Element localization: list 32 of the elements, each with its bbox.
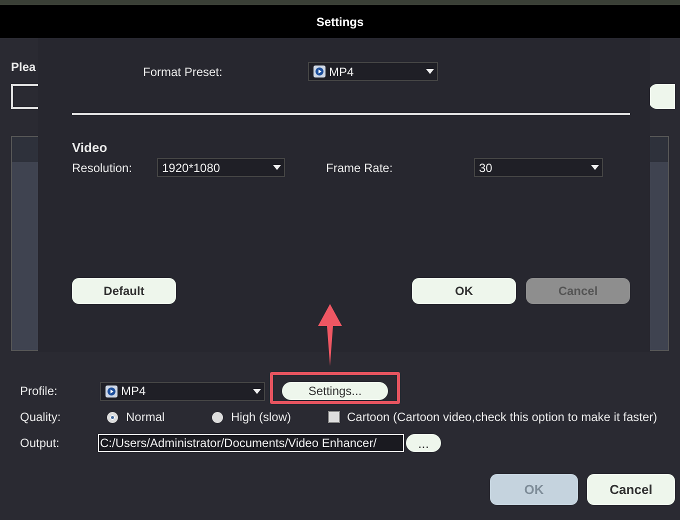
- radio-button[interactable]: [212, 412, 223, 422]
- field-label: Resolution:: [72, 160, 134, 174]
- field-label: Frame Rate:: [326, 160, 394, 174]
- field-label: Format Preset:: [143, 64, 224, 78]
- format-dropdown[interactable]: MP4: [308, 62, 438, 81]
- field-label: Profile:: [20, 384, 58, 398]
- field-label: Quality:: [20, 410, 62, 424]
- checkbox-option[interactable]: Cartoon (Cartoon video,check this option to make it faster): [328, 410, 658, 424]
- radio-option[interactable]: Normal: [107, 410, 212, 424]
- caret-icon: [253, 388, 261, 394]
- caret-icon: [273, 165, 281, 170]
- video-file-icon: [313, 65, 326, 78]
- caret-icon: [426, 69, 434, 74]
- cancel-button[interactable]: Cancel: [587, 474, 675, 505]
- settings-button[interactable]: Settings...: [282, 382, 388, 400]
- ok-button[interactable]: OK: [412, 278, 516, 304]
- checkbox[interactable]: [328, 411, 340, 423]
- button[interactable]: [649, 84, 675, 109]
- default-button[interactable]: Default: [72, 278, 176, 304]
- field-label: Output:: [20, 436, 60, 450]
- frame-rate-dropdown[interactable]: 30: [474, 158, 603, 177]
- window-title: Settings: [316, 14, 364, 28]
- resolution-dropdown[interactable]: 1920*1080: [157, 158, 285, 177]
- radio-option[interactable]: High (slow): [212, 410, 328, 424]
- output-path-field[interactable]: C:/Users/Administrator/Documents/Video Enhancer/: [98, 434, 404, 452]
- section-heading: Video: [72, 140, 108, 155]
- video-file-icon: [105, 384, 118, 398]
- browse-button[interactable]: ...: [406, 434, 441, 452]
- caret-icon: [591, 165, 599, 170]
- radio-button[interactable]: [107, 412, 118, 422]
- dialog-heading: Plea: [11, 60, 36, 74]
- profile-dropdown[interactable]: MP4: [100, 382, 265, 400]
